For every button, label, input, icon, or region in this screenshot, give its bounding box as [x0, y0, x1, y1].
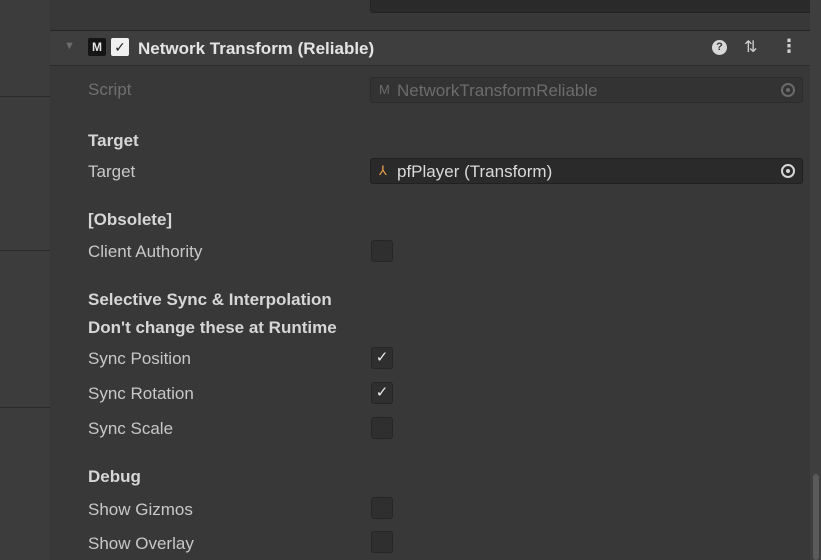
target-label: Target	[88, 162, 136, 181]
component-header[interactable]: ▼ M ✓ Network Transform (Reliable) ? ⇅ ⋮	[50, 30, 810, 66]
component-script-icon: M	[88, 38, 106, 56]
scrollbar-thumb[interactable]	[813, 474, 819, 560]
scrollbar-track[interactable]	[810, 0, 821, 560]
target-field[interactable]: ⅄ pfPlayer (Transform)	[370, 158, 803, 184]
inspector-panel: ▼ M ✓ Network Transform (Reliable) ? ⇅ ⋮…	[50, 0, 821, 560]
sync-scale-checkbox[interactable]	[371, 417, 393, 439]
show-gizmos-checkbox[interactable]	[371, 497, 393, 519]
transform-icon: ⅄	[379, 163, 387, 178]
show-overlay-checkbox[interactable]	[371, 531, 393, 553]
sync-position-checkbox[interactable]: ✓	[371, 347, 393, 369]
show-overlay-label: Show Overlay	[88, 534, 194, 553]
sync-position-label: Sync Position	[88, 349, 191, 368]
script-field-value: NetworkTransformReliable	[397, 81, 598, 100]
script-label: Script	[88, 80, 132, 99]
sync-rotation-checkbox[interactable]: ✓	[371, 382, 393, 404]
script-asset-icon: M	[379, 82, 390, 97]
component-title: Network Transform (Reliable)	[138, 39, 375, 58]
divider	[0, 407, 50, 408]
kebab-menu-icon[interactable]: ⋮	[780, 36, 798, 57]
check-icon: ✓	[375, 349, 389, 366]
target-field-value: pfPlayer (Transform)	[397, 162, 553, 181]
check-icon: ✓	[375, 384, 389, 401]
presets-icon[interactable]: ⇅	[744, 37, 757, 57]
object-picker-icon[interactable]	[781, 83, 795, 97]
client-authority-label: Client Authority	[88, 242, 203, 261]
sync-heading-line1: Selective Sync & Interpolation	[88, 290, 332, 309]
client-authority-checkbox[interactable]	[371, 240, 393, 262]
sync-scale-label: Sync Scale	[88, 419, 174, 438]
foldout-triangle-icon[interactable]: ▼	[64, 40, 76, 52]
debug-heading: Debug	[88, 467, 141, 486]
target-heading: Target	[88, 131, 139, 150]
obsolete-heading: [Obsolete]	[88, 210, 173, 229]
script-field[interactable]: M NetworkTransformReliable	[370, 77, 803, 103]
show-gizmos-label: Show Gizmos	[88, 500, 193, 519]
sync-rotation-label: Sync Rotation	[88, 384, 194, 403]
check-icon: ✓	[114, 39, 126, 55]
hierarchy-edge	[0, 0, 50, 560]
divider	[0, 250, 50, 251]
previous-component-field	[370, 0, 821, 13]
help-icon[interactable]: ?	[712, 40, 727, 55]
component-enabled-checkbox[interactable]: ✓	[111, 38, 129, 56]
object-picker-icon[interactable]	[781, 164, 795, 178]
divider	[0, 96, 50, 97]
sync-heading-line2: Don't change these at Runtime	[88, 318, 337, 337]
